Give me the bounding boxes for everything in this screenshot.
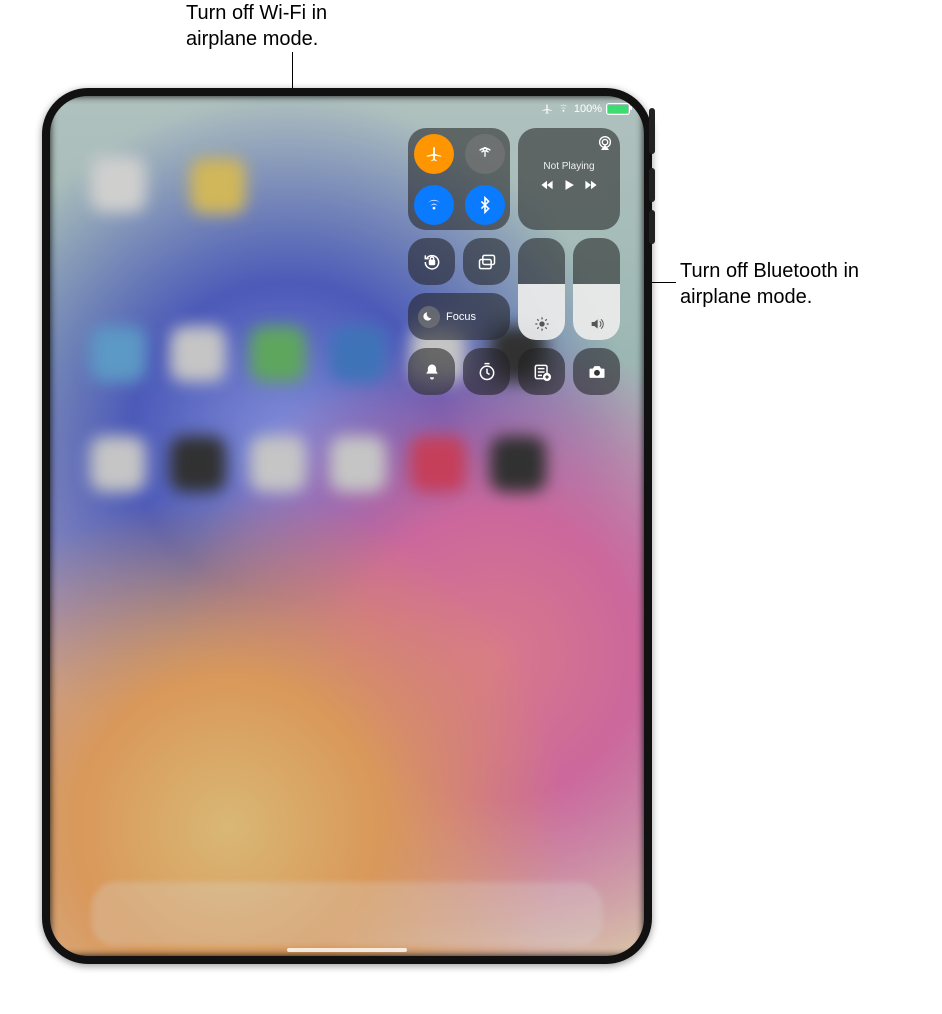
notes-button[interactable]: [518, 348, 565, 395]
focus-button[interactable]: Focus: [408, 293, 510, 340]
wifi-icon: [425, 196, 443, 214]
battery-icon: [606, 103, 630, 115]
power-button: [649, 108, 655, 154]
camera-button[interactable]: [573, 348, 620, 395]
play-button[interactable]: [562, 178, 576, 197]
screen-mirroring-icon: [477, 252, 497, 272]
focus-label: Focus: [446, 311, 476, 323]
cellular-data-toggle[interactable]: [465, 134, 505, 174]
airplay-button[interactable]: [596, 134, 614, 152]
brightness-icon: [534, 316, 550, 332]
battery-percent: 100%: [574, 103, 602, 115]
brightness-slider[interactable]: [518, 238, 565, 340]
rotation-lock-icon: [422, 252, 442, 272]
media-module[interactable]: Not Playing: [518, 128, 620, 230]
volume-slider[interactable]: [573, 238, 620, 340]
status-bar: 100%: [541, 102, 630, 115]
control-center: Not Playing: [402, 122, 632, 401]
volume-icon: [589, 316, 605, 332]
now-playing-label: Not Playing: [543, 161, 594, 172]
timer-button[interactable]: [463, 348, 510, 395]
airplane-status-icon: [541, 103, 553, 115]
home-indicator[interactable]: [287, 948, 407, 952]
callout-bluetooth: Turn off Bluetooth in airplane mode.: [680, 258, 900, 310]
ipad-device-frame: 100%: [42, 88, 652, 964]
timer-icon: [477, 362, 497, 382]
airplane-mode-toggle[interactable]: [414, 134, 454, 174]
fast-forward-button[interactable]: [584, 178, 598, 197]
rewind-button[interactable]: [540, 178, 554, 197]
camera-icon: [587, 362, 607, 382]
callout-wifi: Turn off Wi-Fi in airplane mode.: [186, 0, 386, 52]
note-add-icon: [532, 362, 552, 382]
wifi-status-icon: [557, 102, 570, 115]
bluetooth-toggle[interactable]: [465, 185, 505, 225]
wifi-toggle[interactable]: [414, 185, 454, 225]
silent-mode-toggle[interactable]: [408, 348, 455, 395]
bluetooth-icon: [476, 196, 494, 214]
rotation-lock-toggle[interactable]: [408, 238, 455, 285]
connectivity-module[interactable]: [408, 128, 510, 230]
bell-icon: [422, 362, 442, 382]
volume-down-button: [649, 210, 655, 244]
moon-icon: [418, 306, 440, 328]
volume-up-button: [649, 168, 655, 202]
cellular-icon: [476, 145, 494, 163]
screen-mirroring-button[interactable]: [463, 238, 510, 285]
callout-line: [292, 52, 293, 88]
airplane-icon: [425, 145, 443, 163]
ipad-screen: 100%: [50, 96, 644, 956]
